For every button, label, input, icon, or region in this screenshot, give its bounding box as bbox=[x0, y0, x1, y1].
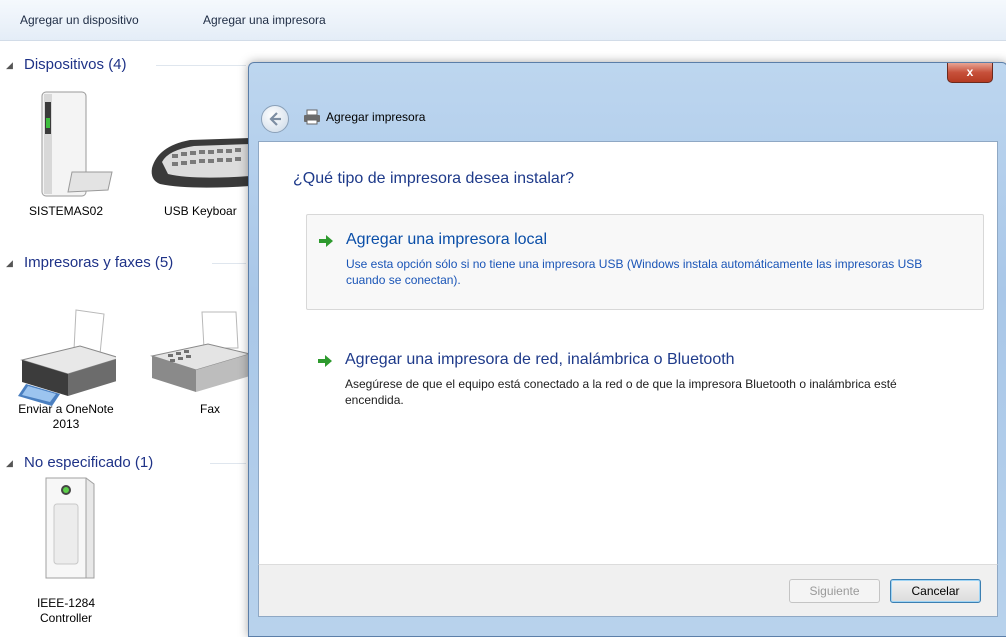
add-printer-button[interactable]: Agregar una impresora bbox=[203, 13, 326, 27]
add-printer-dialog: x Agregar impresora ¿Qué tipo de impreso… bbox=[248, 62, 1006, 637]
group-title: Impresoras y faxes (5) bbox=[24, 254, 174, 271]
tower-computer-icon bbox=[41, 91, 113, 197]
group-divider bbox=[212, 263, 246, 264]
device-label: Enviar a OneNote 2013 bbox=[18, 402, 114, 431]
option-description: Use esta opción sólo si no tiene una imp… bbox=[346, 257, 923, 287]
device-label: Fax bbox=[199, 402, 220, 416]
group-header-devices[interactable]: ◢ Dispositivos (4) bbox=[6, 54, 246, 78]
option-title: Agregar una impresora local bbox=[346, 231, 547, 248]
cancel-button[interactable]: Cancelar bbox=[890, 579, 981, 603]
dialog-content: ¿Qué tipo de impresora desea instalar? A… bbox=[258, 141, 998, 566]
option-description: Asegúrese de que el equipo está conectad… bbox=[345, 377, 897, 407]
page-heading: ¿Qué tipo de impresora desea instalar? bbox=[293, 170, 575, 187]
command-bar: Agregar un dispositivo Agregar una impre… bbox=[0, 0, 1006, 41]
next-button[interactable]: Siguiente bbox=[789, 579, 880, 603]
dialog-footer: Siguiente Cancelar bbox=[258, 564, 998, 617]
controller-device-icon bbox=[45, 477, 95, 579]
device-label: IEEE-1284 Controller bbox=[36, 596, 96, 625]
printer-icon bbox=[304, 109, 320, 125]
device-label: SISTEMAS02 bbox=[28, 204, 104, 218]
group-title: No especificado (1) bbox=[24, 454, 154, 471]
printer-icon bbox=[18, 309, 116, 406]
collapse-triangle-icon[interactable]: ◢ bbox=[6, 60, 13, 71]
option-local-printer[interactable]: Agregar una impresora local Use esta opc… bbox=[306, 214, 984, 310]
fax-icon bbox=[150, 311, 250, 392]
green-arrow-icon bbox=[318, 355, 332, 367]
back-button[interactable] bbox=[261, 105, 289, 133]
option-network-printer[interactable]: Agregar una impresora de red, inalámbric… bbox=[306, 335, 982, 415]
add-device-button[interactable]: Agregar un dispositivo bbox=[20, 13, 139, 27]
group-divider bbox=[156, 65, 246, 66]
option-title: Agregar una impresora de red, inalámbric… bbox=[345, 351, 735, 368]
dialog-title: Agregar impresora bbox=[326, 110, 426, 124]
close-button[interactable]: x bbox=[947, 63, 993, 83]
keyboard-icon bbox=[151, 138, 250, 188]
group-divider bbox=[210, 463, 246, 464]
collapse-triangle-icon[interactable]: ◢ bbox=[6, 258, 13, 269]
green-arrow-icon bbox=[319, 235, 333, 247]
group-header-printers[interactable]: ◢ Impresoras y faxes (5) bbox=[6, 252, 246, 276]
back-arrow-icon bbox=[269, 112, 281, 126]
collapse-triangle-icon[interactable]: ◢ bbox=[6, 458, 13, 469]
group-title: Dispositivos (4) bbox=[24, 56, 127, 73]
